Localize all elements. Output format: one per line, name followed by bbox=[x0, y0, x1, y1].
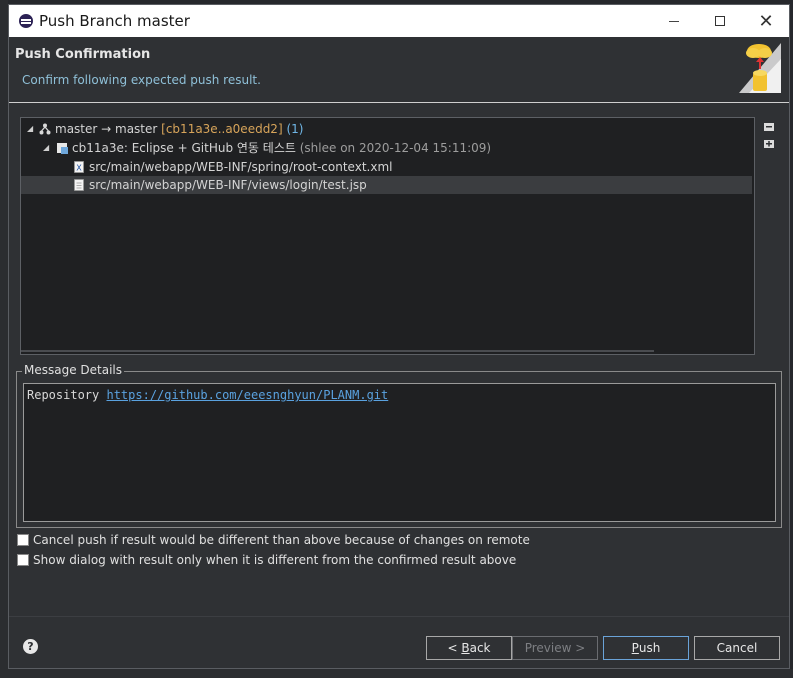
preview-button[interactable]: Preview > bbox=[512, 636, 598, 660]
maximize-button[interactable] bbox=[697, 5, 743, 37]
close-button[interactable]: ✕ bbox=[743, 5, 789, 37]
footer-separator bbox=[9, 616, 789, 617]
tree-row-branch[interactable]: ◢ master → master [cb11a3e..a0eedd2] (1) bbox=[21, 120, 752, 138]
commit-icon bbox=[57, 143, 68, 154]
horizontal-scrollbar[interactable] bbox=[21, 350, 654, 352]
push-branch-dialog: Push Branch master ✕ Push Confirmation C… bbox=[8, 4, 790, 669]
file-path: src/main/webapp/WEB-INF/spring/root-cont… bbox=[89, 160, 393, 174]
back-label: ack bbox=[469, 641, 491, 655]
push-wizard-banner-icon bbox=[739, 43, 781, 93]
commit-label: cb11a3e: Eclipse + GitHub 연동 테스트 bbox=[72, 141, 296, 155]
push-label: ush bbox=[638, 641, 661, 655]
header-separator bbox=[9, 102, 789, 103]
close-icon: ✕ bbox=[758, 10, 774, 32]
help-glyph: ? bbox=[27, 640, 34, 653]
branch-mapping: master → master bbox=[55, 122, 158, 136]
push-button[interactable]: Push bbox=[603, 636, 689, 660]
minimize-icon bbox=[669, 20, 679, 22]
collapse-all-icon[interactable] bbox=[763, 121, 775, 133]
expand-all-icon[interactable] bbox=[763, 138, 775, 150]
show-dialog-checkbox[interactable] bbox=[17, 554, 29, 566]
cancel-push-checkbox[interactable] bbox=[17, 534, 29, 546]
tree-row-file[interactable]: src/main/webapp/WEB-INF/views/login/test… bbox=[21, 176, 752, 194]
message-details-text[interactable]: Repository https://github.com/eeesnghyun… bbox=[23, 383, 776, 522]
message-details-label: Message Details bbox=[22, 363, 125, 377]
back-mnemonic: B bbox=[461, 641, 470, 655]
repository-link[interactable]: https://github.com/eeesnghyun/PLANM.git bbox=[106, 388, 388, 402]
back-button[interactable]: < Back bbox=[426, 636, 512, 660]
show-dialog-option[interactable]: Show dialog with result only when it is … bbox=[17, 552, 516, 568]
tree-row-commit[interactable]: ◢ cb11a3e: Eclipse + GitHub 연동 테스트 (shle… bbox=[21, 139, 752, 157]
minimize-button[interactable] bbox=[651, 5, 697, 37]
show-dialog-label: Show dialog with result only when it is … bbox=[33, 553, 517, 567]
help-icon[interactable]: ? bbox=[23, 639, 38, 654]
svg-text:X: X bbox=[76, 164, 82, 173]
editor-background-bottom bbox=[0, 669, 793, 678]
push-result-tree[interactable]: ◢ master → master [cb11a3e..a0eedd2] (1)… bbox=[20, 117, 755, 355]
repository-prefix: Repository bbox=[27, 388, 107, 402]
window-title: Push Branch master bbox=[39, 12, 190, 30]
tree-toolbar bbox=[763, 121, 777, 161]
expand-twisty-icon[interactable]: ◢ bbox=[27, 120, 35, 138]
xml-file-icon: X bbox=[74, 161, 84, 173]
cancel-push-label: Cancel push if result would be different… bbox=[33, 533, 530, 547]
wizard-header: Push Confirmation Confirm following expe… bbox=[9, 37, 789, 103]
editor-background-strip bbox=[0, 0, 8, 678]
tree-row-file[interactable]: X src/main/webapp/WEB-INF/spring/root-co… bbox=[21, 158, 752, 176]
eclipse-logo-icon bbox=[19, 14, 33, 28]
commit-range: [cb11a3e..a0eedd2] bbox=[161, 122, 283, 136]
page-description: Confirm following expected push result. bbox=[22, 73, 261, 87]
back-arrow: < bbox=[447, 641, 458, 655]
commit-meta: (shlee on 2020-12-04 15:11:09) bbox=[299, 141, 492, 155]
preview-label: Preview > bbox=[524, 641, 586, 655]
push-mnemonic: P bbox=[631, 641, 639, 655]
cancel-label: Cancel bbox=[716, 641, 758, 655]
cancel-push-option[interactable]: Cancel push if result would be different… bbox=[17, 532, 530, 548]
file-path: src/main/webapp/WEB-INF/views/login/test… bbox=[89, 178, 367, 192]
branch-icon bbox=[39, 123, 51, 135]
commit-count: (1) bbox=[286, 122, 304, 136]
maximize-icon bbox=[715, 16, 725, 26]
expand-twisty-icon[interactable]: ◢ bbox=[43, 139, 51, 157]
cancel-button[interactable]: Cancel bbox=[694, 636, 780, 660]
title-bar[interactable]: Push Branch master ✕ bbox=[9, 5, 789, 37]
jsp-file-icon bbox=[74, 179, 84, 191]
page-title: Push Confirmation bbox=[15, 47, 151, 62]
